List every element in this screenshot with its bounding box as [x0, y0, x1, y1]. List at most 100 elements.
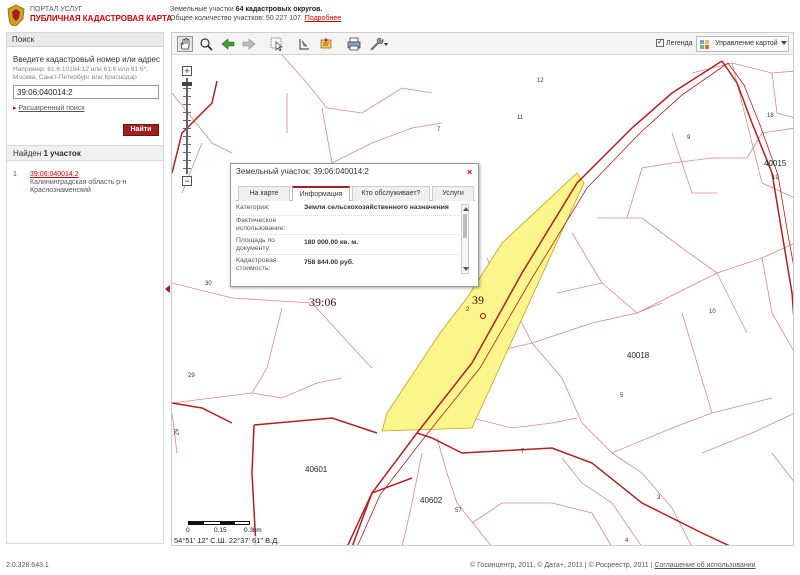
header: ПОРТАЛ УСЛУГ ПУБЛИЧНАЯ КАДАСТРОВАЯ КАРТА…: [0, 0, 800, 30]
parcel-label: 12: [537, 78, 544, 84]
scale-label: 0: [186, 527, 190, 534]
parcel-label: 3: [657, 495, 661, 501]
popup-title: Земельный участок: 39:06:040014:2: [236, 167, 369, 176]
row-key: Кадастровая стоимость:: [236, 257, 277, 272]
arrow-right-icon: [242, 38, 256, 50]
scroll-thumb[interactable]: [463, 214, 467, 238]
zoom-in-button[interactable]: +: [182, 66, 192, 76]
scroll-down-icon[interactable]: [463, 267, 469, 271]
scroll-up-icon[interactable]: [463, 207, 469, 211]
row-key: Категория:: [236, 204, 270, 211]
hand-icon: [180, 38, 190, 50]
parcel-label: 29: [188, 373, 195, 379]
ruler-icon: [299, 39, 309, 50]
magnifier-icon: [200, 38, 213, 51]
legend-toggle[interactable]: Легенда: [656, 37, 693, 47]
layers-icon: [320, 38, 332, 49]
map-grid-icon: [700, 40, 709, 49]
scale-bar-graphic: [188, 521, 250, 525]
row-key: Фактическое использование:: [236, 217, 286, 232]
zoom-tick: [183, 120, 191, 121]
stats-prefix: Земельные участки: [170, 6, 236, 13]
search-input[interactable]: [13, 85, 159, 99]
district-label: 39:06: [309, 295, 337, 309]
print-button[interactable]: [346, 36, 362, 52]
zoom-out-button[interactable]: −: [182, 176, 192, 186]
block-label: 40602: [420, 496, 443, 505]
row-value: Земли сельскохозяйственного назначения: [304, 204, 449, 211]
table-row: Категория: Земли сельскохозяйственного н…: [236, 204, 464, 216]
search-panel: Поиск Введите кадастровый номер или адре…: [6, 32, 164, 544]
scale-label: 0.3km: [244, 527, 262, 534]
parcel-label: 5: [620, 393, 624, 399]
coat-of-arms-logo: [7, 4, 25, 26]
zoom-thumb[interactable]: [182, 82, 192, 86]
parcel-label: 18: [767, 113, 774, 119]
row-value: 758 844.00 руб.: [304, 259, 354, 266]
popup-tabs: На карте Информация Кто обслуживает? Усл…: [236, 186, 475, 201]
legend-checkbox[interactable]: [656, 37, 664, 47]
parcel-label: 29: [174, 428, 181, 436]
wrench-icon: [370, 37, 388, 51]
result-number: 1: [13, 171, 17, 178]
zoom-tick: [183, 88, 191, 89]
forward-button[interactable]: [241, 36, 257, 52]
zoom-tick: [183, 128, 191, 129]
tab-information[interactable]: Информация: [292, 186, 350, 201]
identify-tool-button[interactable]: [269, 36, 285, 52]
stats-total-value: 50 227 107: [265, 15, 301, 22]
block-label: 40601: [305, 465, 328, 474]
map-area[interactable]: 12 11 7 9 18 40015 19 30 39:06 39 2 10 4…: [171, 32, 794, 546]
parcel-label: 10: [709, 309, 716, 315]
zoom-slider[interactable]: + −: [182, 66, 192, 186]
scale-bar: 0 0.15 0.3km: [186, 521, 262, 537]
results-heading-prefix: Найден: [13, 149, 44, 158]
parcel-label: 11: [517, 115, 524, 121]
map-toolbar: Легенда Управление картой: [172, 33, 793, 55]
stats-total-prefix: Общее количество участков:: [170, 15, 266, 22]
row-value: 180 000.00 кв. м.: [304, 239, 359, 246]
back-button[interactable]: [220, 36, 236, 52]
collapse-panel-handle[interactable]: [165, 282, 170, 296]
copyright: © Госинцентр, 2011, © Дата+, 2011 | © Ро…: [470, 562, 756, 569]
footer: 2.0.328.643.1 © Госинцентр, 2011, © Дата…: [0, 555, 800, 575]
copyright-text: © Госинцентр, 2011, © Дата+, 2011 | © Ро…: [470, 562, 655, 569]
popup-scrollbar[interactable]: [461, 204, 469, 274]
table-row: Кадастровая стоимость: 758 844.00 руб.: [236, 257, 464, 274]
parcel-label: 7: [437, 127, 441, 133]
more-link[interactable]: Подробнее: [305, 15, 341, 22]
zoom-tick: [183, 104, 191, 105]
parcel-label: 57: [455, 508, 462, 514]
parcel-label: 19: [772, 175, 779, 181]
result-address: Калининградская область р-н Краснознамен…: [30, 179, 127, 194]
zoom-tool-button[interactable]: [198, 36, 214, 52]
map-canvas[interactable]: [172, 33, 794, 546]
pan-tool-button[interactable]: [177, 36, 193, 52]
tools-dropdown-button[interactable]: [368, 36, 390, 52]
results-count: 1 участок: [43, 149, 81, 158]
scale-label: 0.15: [214, 527, 227, 534]
measure-tool-button[interactable]: [296, 36, 312, 52]
parcel-label: 7: [521, 449, 525, 455]
zoom-tick: [183, 136, 191, 137]
district-label: 39: [472, 293, 484, 307]
close-icon[interactable]: ×: [467, 167, 472, 177]
parcel-label: 2: [466, 307, 470, 313]
stats-districts: Земельные участки 64 кадастровых округов…: [170, 6, 322, 13]
block-label: 40018: [627, 351, 650, 360]
tab-who-serves[interactable]: Кто обслуживает?: [352, 186, 430, 201]
advanced-search-link[interactable]: ▸ Расширенный поиск: [13, 104, 84, 112]
legend-label: Легенда: [666, 39, 693, 47]
search-panel-title: Поиск: [7, 33, 163, 47]
tab-on-map[interactable]: На карте: [238, 186, 290, 201]
coordinates-readout: 54°51' 12" С.Ш. 22°37' 61" В.Д.: [172, 536, 312, 545]
stats-districts-value: 64 кадастровых округов.: [235, 6, 323, 13]
map-management-button[interactable]: Управление картой: [696, 36, 789, 52]
tab-services[interactable]: Услуги: [432, 186, 474, 201]
layers-button[interactable]: [318, 36, 334, 52]
parcel-label: 4: [625, 538, 629, 544]
result-id-link[interactable]: 39:06:040014:2: [30, 171, 79, 178]
stats-total: Общее количество участков: 50 227 107. П…: [170, 15, 342, 22]
find-button[interactable]: Найти: [123, 124, 159, 136]
agreement-link[interactable]: Соглашение об использовании: [654, 562, 755, 569]
